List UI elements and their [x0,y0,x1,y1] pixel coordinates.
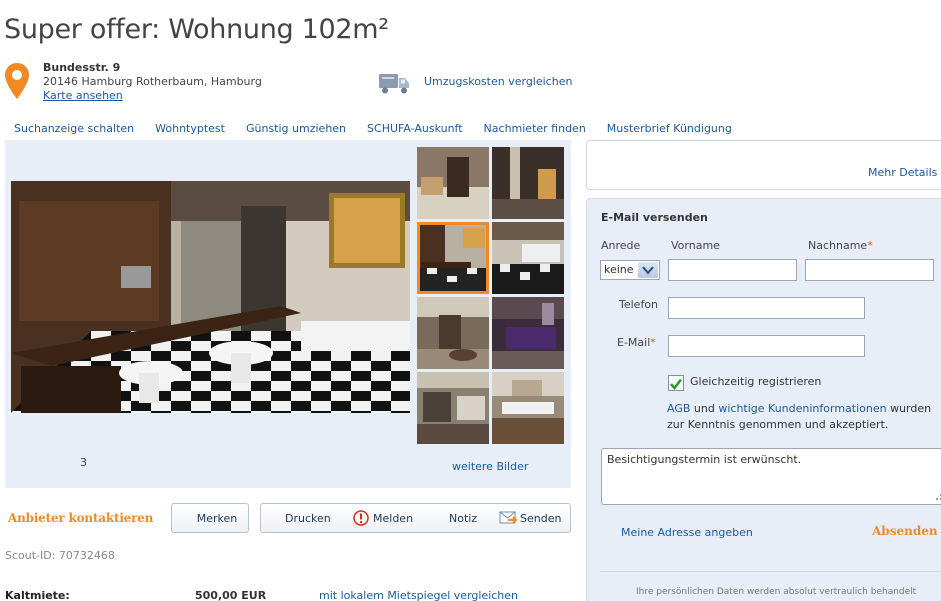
more-pictures-link[interactable]: weitere Bilder [452,460,528,473]
report-button[interactable]: Melden [373,512,413,525]
rent-value: 500,00 EUR [195,589,267,601]
telefon-label: Telefon [619,298,659,311]
anrede-label: Anrede [601,239,641,252]
my-address-link[interactable]: Meine Adresse angeben [621,526,753,539]
scout-id: Scout-ID: 70732468 [5,549,115,562]
vorname-label: Vorname [671,239,720,252]
details-box [586,140,941,190]
message-textarea[interactable]: Besichtigungstermin ist erwünscht. [601,448,941,505]
merken-label: Merken [196,511,238,525]
main-photo[interactable] [11,181,410,413]
report-icon [353,510,369,526]
merken-button[interactable]: Merken [171,503,249,533]
more-details-link[interactable]: Mehr Details [868,166,937,179]
register-checkbox[interactable] [668,375,684,391]
photo-gallery: 3 weitere Bilder [5,140,571,488]
privacy-note: Ihre persönlichen Daten werden absolut v… [636,587,917,597]
nav-item-nachmieter[interactable]: Nachmieter finden [484,122,586,138]
nav-item-umziehen[interactable]: Günstig umziehen [246,122,346,138]
print-button[interactable]: Drucken [285,512,331,525]
resize-handle-icon[interactable] [933,489,941,501]
top-nav: Suchanzeige schalten Wohntyptest Günstig… [14,122,732,138]
checkmark-icon [670,378,682,390]
contact-provider-link[interactable]: Anbieter kontaktieren [8,511,153,525]
customer-info-link[interactable]: wichtige Kundeninformationen [718,402,886,415]
send-mail-icon [499,511,517,524]
register-label: Gleichzeitig registrieren [690,375,822,388]
divider [600,571,941,572]
email-form-title: E-Mail versenden [601,211,708,224]
email-label: E-Mail* [617,336,656,349]
send-button[interactable]: Senden [520,512,561,525]
terms-wurden: wurden [890,402,932,415]
terms-text: AGB und wichtige Kundeninformationen wur… [667,401,941,433]
chevron-down-icon [638,262,658,278]
nachname-input[interactable] [805,259,934,281]
telefon-input[interactable] [668,297,865,319]
moving-costs-link[interactable]: Umzugskosten vergleichen [424,75,572,88]
thumbnail[interactable] [417,297,489,369]
anrede-value: keine [604,263,634,276]
action-button-group: Drucken Melden Notiz Senden [260,503,571,533]
page-title: Super offer: Wohnung 102m² [4,14,389,45]
truck-icon [379,74,409,94]
nav-item-musterbrief[interactable]: Musterbrief Kündigung [607,122,732,138]
note-button[interactable]: Notiz [449,512,477,525]
terms-accepted: zur Kenntnis genommen und akzeptiert. [667,418,889,431]
anrede-select[interactable]: keine [600,260,660,280]
thumbnail[interactable] [417,147,489,219]
thumbnail-selected[interactable] [417,222,489,294]
terms-und: und [693,402,715,415]
photo-counter: 3 [80,456,87,469]
thumbnail[interactable] [492,372,564,444]
vorname-input[interactable] [668,259,797,281]
address-street: Bundesstr. 9 [43,61,121,74]
thumbnail[interactable] [492,147,564,219]
rent-index-link[interactable]: mit lokalem Mietspiegel vergleichen [319,589,518,601]
agb-link[interactable]: AGB [667,402,690,415]
rent-label: Kaltmiete: [5,589,70,601]
map-link[interactable]: Karte ansehen [43,89,123,102]
thumbnail[interactable] [417,372,489,444]
thumbnail[interactable] [492,297,564,369]
location-pin-icon [5,63,29,99]
nav-item-schufa[interactable]: SCHUFA-Auskunft [367,122,463,138]
submit-button[interactable]: Absenden [872,524,938,538]
nav-item-suchanzeige[interactable]: Suchanzeige schalten [14,122,134,138]
nachname-label: Nachname* [808,239,873,252]
message-text: Besichtigungstermin ist erwünscht. [607,453,802,466]
email-input[interactable] [668,335,865,357]
nav-item-wohntyptest[interactable]: Wohntyptest [155,122,225,138]
address-city: 20146 Hamburg Rotherbaum, Hamburg [43,75,262,88]
thumbnail[interactable] [492,222,564,294]
